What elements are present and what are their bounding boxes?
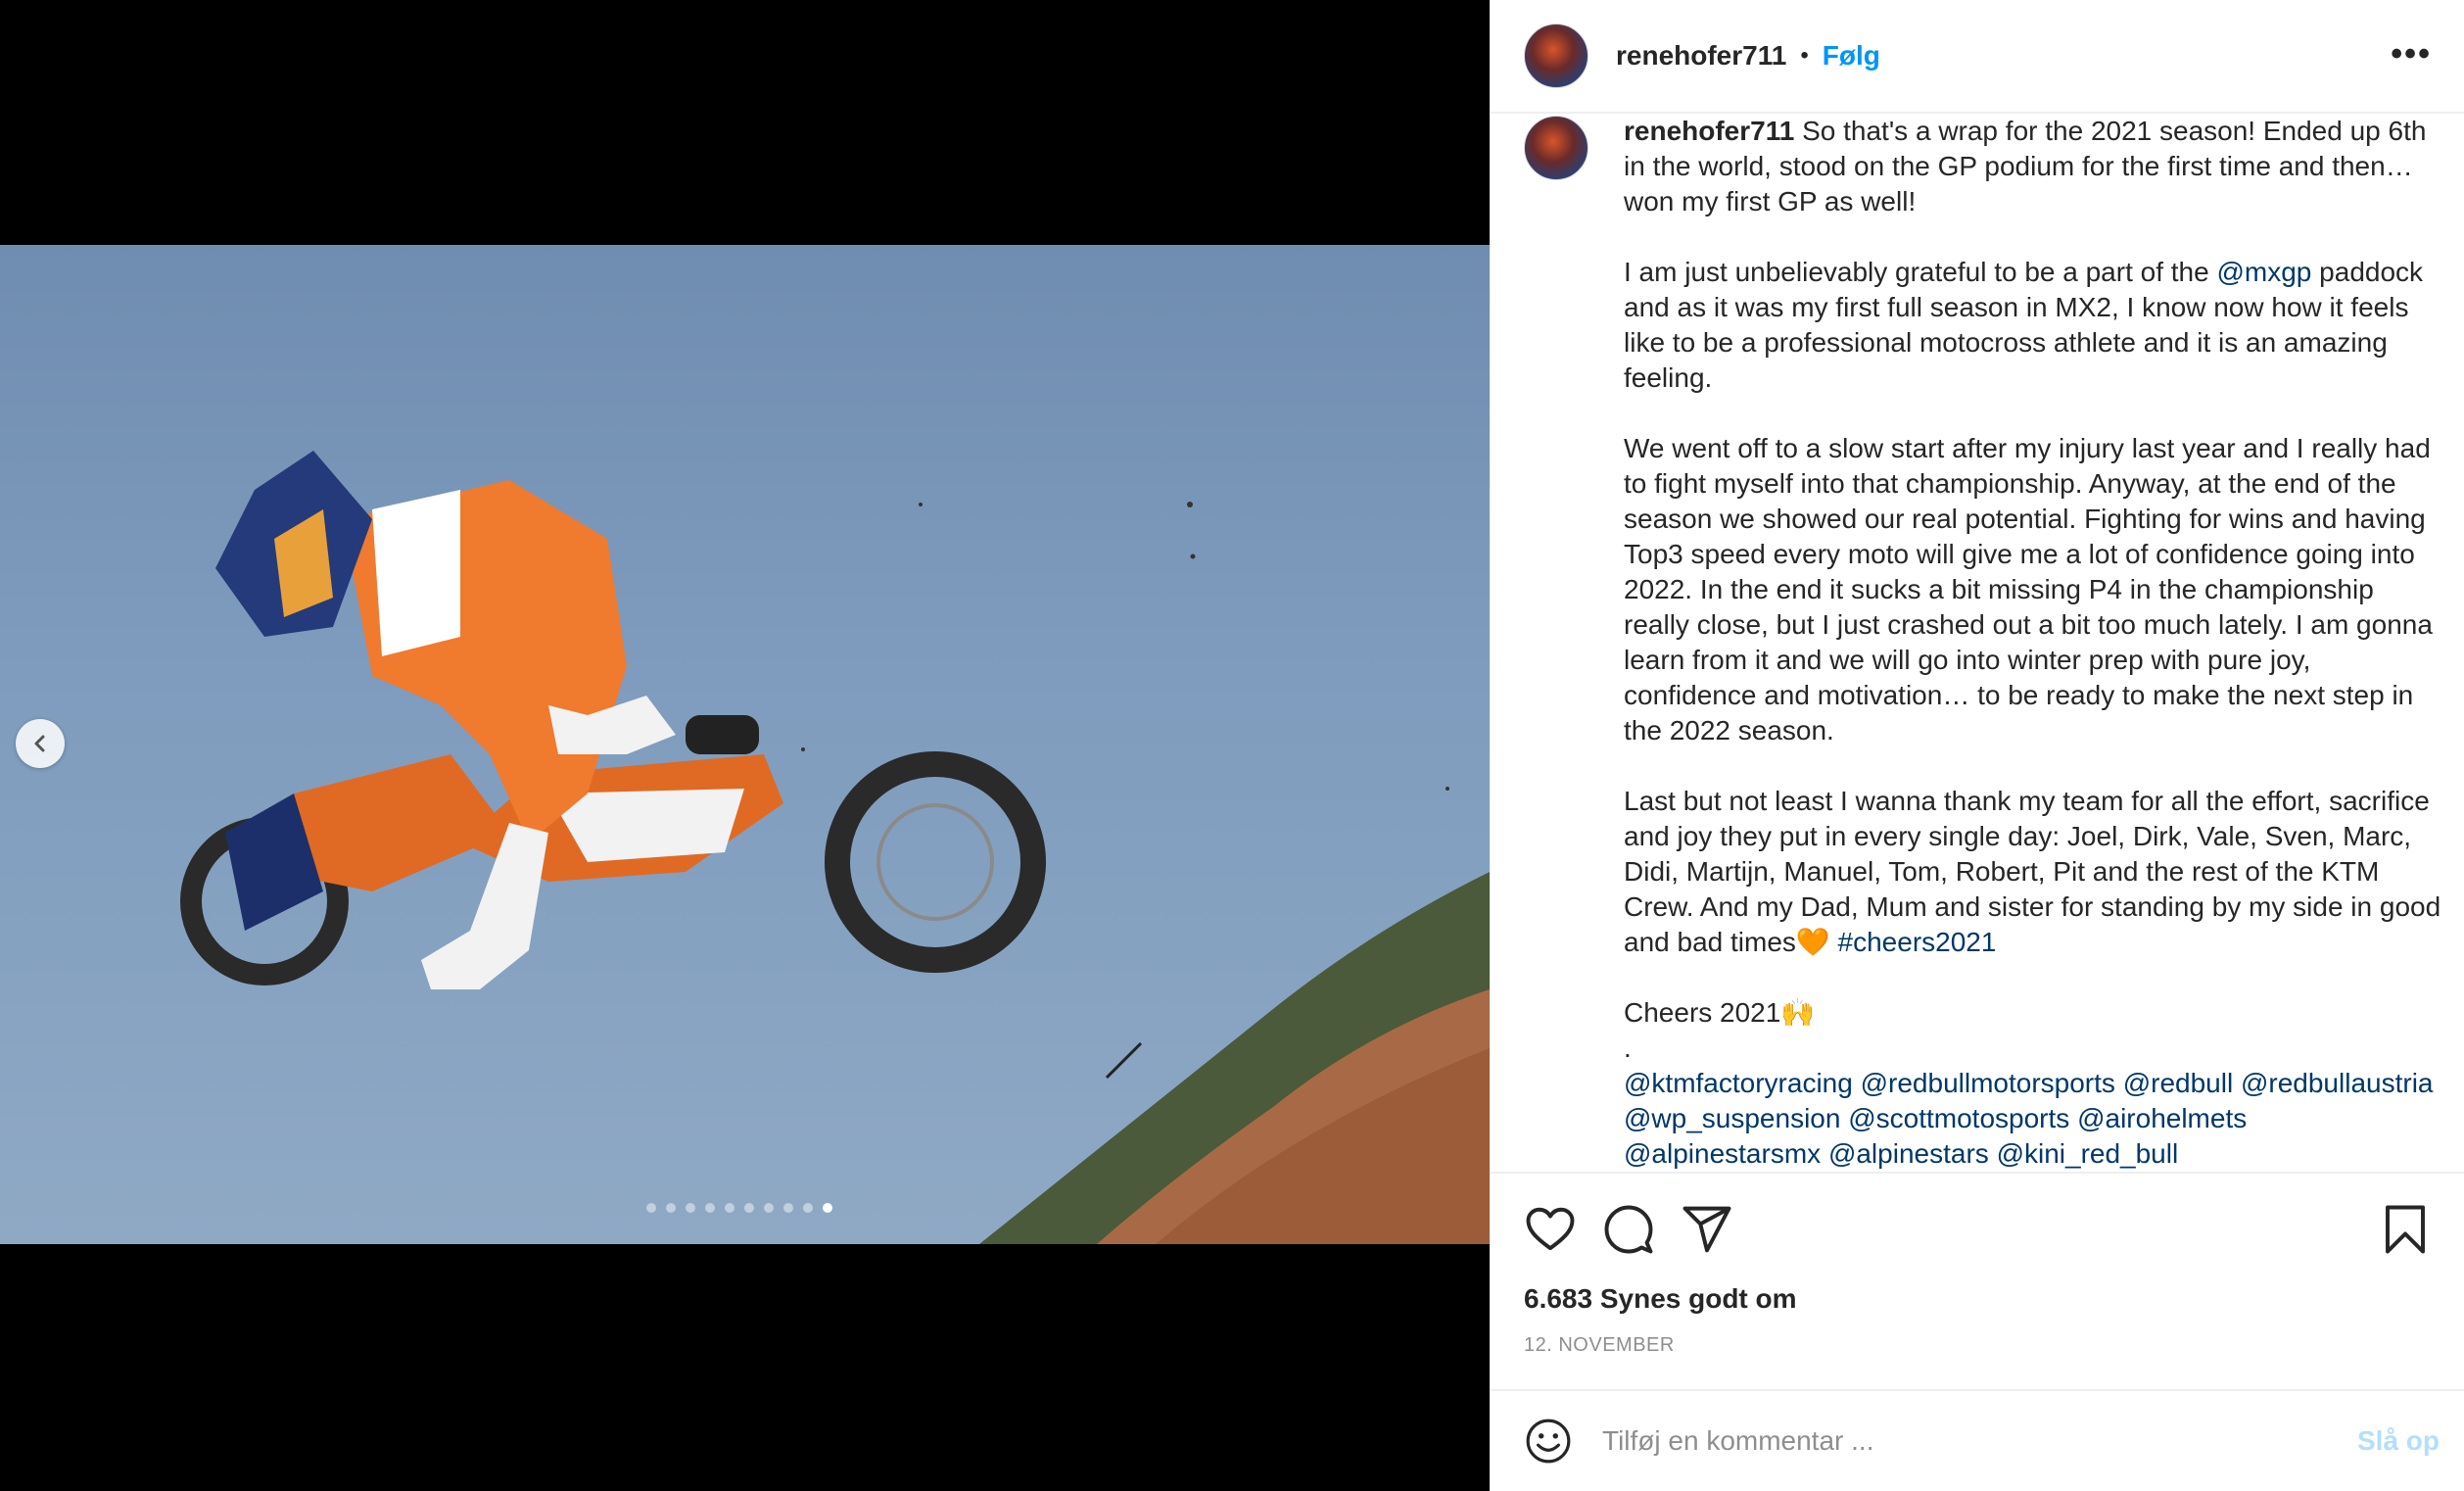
comment-icon[interactable] bbox=[1602, 1203, 1655, 1256]
caption-area: renehofer711 So that's a wrap for the 20… bbox=[1491, 114, 2464, 1172]
carousel-indicator bbox=[646, 1203, 832, 1213]
caption-username[interactable]: renehofer711 bbox=[1624, 116, 1794, 146]
caption-dot: . bbox=[1624, 1033, 1632, 1063]
carousel-prev-button[interactable] bbox=[16, 719, 65, 768]
post-photo bbox=[0, 245, 1490, 1244]
mention-link[interactable]: @kini_red_bull bbox=[1997, 1138, 2179, 1169]
caption-mentions: @ktmfactoryracing @redbullmotorsports @r… bbox=[1624, 1066, 2446, 1172]
post-side-panel: renehofer711 • Følg ••• renehofer711 So … bbox=[1490, 0, 2464, 1491]
caption-p5: Cheers 2021🙌 bbox=[1624, 997, 1816, 1028]
carousel-dot bbox=[705, 1203, 715, 1213]
hashtag-link[interactable]: #cheers2021 bbox=[1838, 927, 1997, 957]
action-bar bbox=[1491, 1172, 2464, 1279]
mention-link[interactable]: @alpinestarsmx bbox=[1624, 1138, 1821, 1169]
heart-icon[interactable] bbox=[1524, 1203, 1577, 1256]
mention-link[interactable]: @wp_suspension bbox=[1624, 1103, 1840, 1133]
bookmark-icon[interactable] bbox=[2379, 1203, 2432, 1256]
mention-link[interactable]: @scottmotosports bbox=[1848, 1103, 2069, 1133]
carousel-dot bbox=[744, 1203, 754, 1213]
send-icon[interactable] bbox=[1681, 1203, 1733, 1256]
post-comment-button[interactable]: Slå op bbox=[2357, 1425, 2440, 1457]
caption-p4: Last but not least I wanna thank my team… bbox=[1624, 786, 2441, 957]
caption-avatar[interactable] bbox=[1524, 116, 1588, 180]
caption-text: renehofer711 So that's a wrap for the 20… bbox=[1624, 114, 2446, 1172]
chevron-left-icon bbox=[34, 735, 45, 752]
caption-p2-before: I am just unbelievably grateful to be a … bbox=[1624, 257, 2217, 287]
caption-p3: We went off to a slow start after my inj… bbox=[1624, 433, 2433, 746]
mention-link[interactable]: @redbullmotorsports bbox=[1861, 1068, 2115, 1098]
mention-link[interactable]: @redbullaustria bbox=[2241, 1068, 2434, 1098]
carousel-dot bbox=[764, 1203, 774, 1213]
more-options-button[interactable]: ••• bbox=[2391, 37, 2432, 71]
post-media bbox=[0, 0, 1490, 1491]
likes-count[interactable]: 6.683 Synes godt om bbox=[1524, 1283, 1797, 1315]
mention-link[interactable]: @airohelmets bbox=[2077, 1103, 2247, 1133]
mention-link[interactable]: @ktmfactoryracing bbox=[1624, 1068, 1853, 1098]
mention-link[interactable]: @mxgp bbox=[2216, 257, 2311, 287]
header-username[interactable]: renehofer711 bbox=[1616, 40, 1786, 72]
follow-button[interactable]: Følg bbox=[1823, 40, 1880, 72]
motocross-photo-illustration bbox=[180, 451, 1490, 1244]
header-separator: • bbox=[1800, 42, 1809, 69]
carousel-dot bbox=[666, 1203, 676, 1213]
post-header: renehofer711 • Følg ••• bbox=[1491, 0, 2464, 114]
mention-link[interactable]: @alpinestars bbox=[1828, 1138, 1989, 1169]
carousel-dot bbox=[783, 1203, 793, 1213]
carousel-dot bbox=[686, 1203, 695, 1213]
carousel-dot bbox=[646, 1203, 656, 1213]
carousel-dot bbox=[823, 1203, 832, 1213]
smiley-icon[interactable] bbox=[1524, 1417, 1573, 1466]
comment-bar: Slå op bbox=[1491, 1389, 2464, 1491]
avatar[interactable] bbox=[1524, 24, 1588, 88]
carousel-dot bbox=[725, 1203, 734, 1213]
mention-link[interactable]: @redbull bbox=[2123, 1068, 2233, 1098]
carousel-dot bbox=[803, 1203, 813, 1213]
post-date[interactable]: 12. NOVEMBER bbox=[1524, 1334, 1675, 1357]
comment-input[interactable] bbox=[1602, 1417, 2307, 1466]
